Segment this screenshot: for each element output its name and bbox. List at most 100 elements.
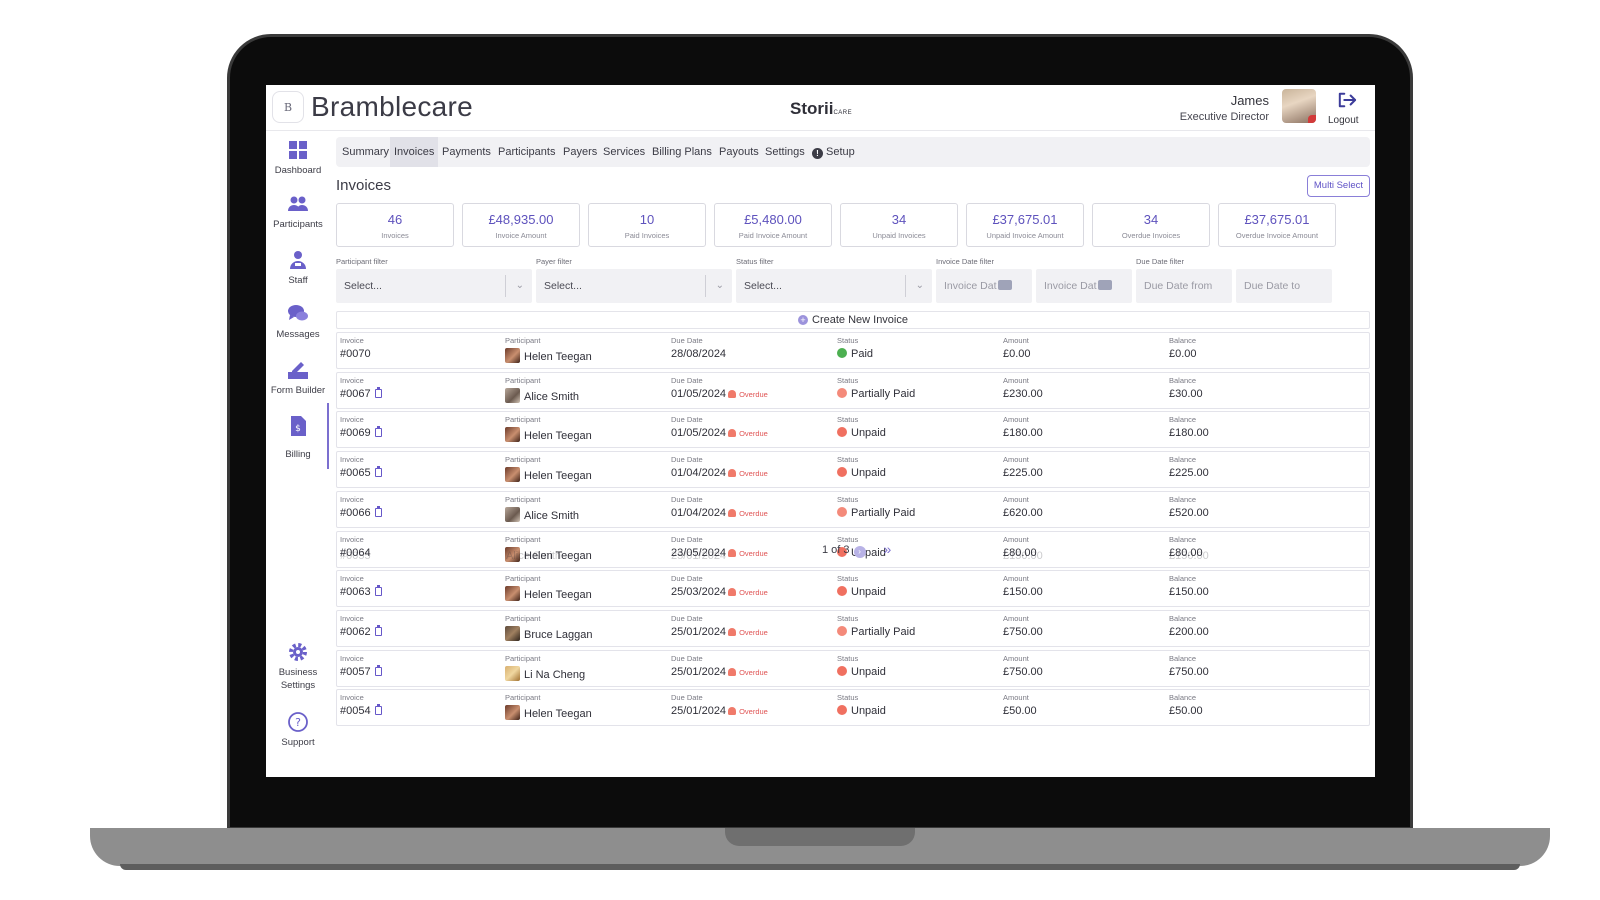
due-date: 01/05/2024 Overdue bbox=[671, 388, 768, 400]
invoice-id[interactable]: #0065 bbox=[340, 466, 382, 479]
amount-value: £150.00 bbox=[1003, 586, 1043, 599]
tab-participants[interactable]: Participants bbox=[494, 137, 559, 167]
laptop-notch bbox=[725, 828, 915, 846]
app-header: B Bramblecare StoriiCARE James Executive… bbox=[266, 85, 1375, 131]
participant-name[interactable]: Alice Smith bbox=[505, 506, 579, 522]
brand-logo-icon[interactable]: B bbox=[272, 91, 304, 123]
invoice-cell: Invoice #0066 bbox=[340, 495, 382, 519]
invoice-id[interactable]: #0070 bbox=[340, 348, 371, 360]
clipboard-icon bbox=[374, 664, 382, 676]
invoice-date-from-input[interactable]: Invoice Dat bbox=[936, 269, 1032, 303]
create-invoice-button[interactable]: + Create New Invoice bbox=[336, 311, 1370, 329]
table-row[interactable]: Invoice #0067 Participant Alice Smith Due Da… bbox=[336, 371, 1370, 409]
status-filter-select[interactable]: Select... ⌄ bbox=[736, 269, 932, 303]
invoice-id[interactable]: #0057 bbox=[340, 664, 382, 678]
sidebar-item-form-builder[interactable]: Form Builder bbox=[266, 359, 330, 398]
faded-due-date: 25/01/2024 bbox=[671, 550, 727, 562]
overdue-icon bbox=[728, 588, 737, 597]
table-row[interactable]: Invoice #0054 Participant Helen Teegan Due D… bbox=[336, 689, 1370, 727]
clipboard-icon bbox=[374, 426, 382, 438]
table-row[interactable]: Invoice #0069 Participant Helen Teegan Due D… bbox=[336, 411, 1370, 449]
participant-filter-value: Select... bbox=[344, 280, 382, 292]
table-row[interactable]: Invoice #0066 Participant Alice Smith Due Da… bbox=[336, 490, 1370, 528]
column-label: Amount bbox=[1003, 336, 1029, 345]
amount-cell: Amount £180.00 bbox=[1003, 415, 1043, 439]
column-label: Amount bbox=[1003, 494, 1029, 504]
status-text: Paid bbox=[851, 348, 874, 360]
column-label: Due Date bbox=[671, 415, 703, 425]
column-label: Balance bbox=[1169, 375, 1197, 385]
product-name: Storii bbox=[790, 99, 834, 118]
participant-name[interactable]: Helen Teegan bbox=[505, 467, 592, 483]
status-text: Unpaid bbox=[851, 427, 886, 440]
sidebar-item-support[interactable]: ? Support bbox=[266, 711, 330, 750]
due-date-text: 01/04/2024 bbox=[671, 506, 727, 519]
due-date-from-input[interactable]: Due Date from bbox=[1136, 269, 1232, 303]
participant-name[interactable]: Alice Smith bbox=[505, 387, 579, 403]
sidebar-item-messages[interactable]: Messages bbox=[266, 303, 330, 342]
multi-select-button[interactable]: Multi Select bbox=[1306, 175, 1370, 197]
table-row[interactable]: Invoice #0065 Participant Helen Teegan Due D… bbox=[336, 451, 1370, 489]
stat-label: Unpaid Invoice Amount bbox=[986, 231, 1064, 240]
status-badge: Unpaid bbox=[837, 427, 886, 439]
next-page-icon[interactable]: › bbox=[853, 546, 866, 558]
table-row[interactable]: Invoice #0070 Participant Helen Teegan Due D… bbox=[336, 332, 1370, 369]
tab-payouts[interactable]: Payouts bbox=[715, 137, 763, 167]
last-page-icon[interactable]: » bbox=[884, 541, 892, 557]
participant-name[interactable]: Helen Teegan bbox=[505, 586, 592, 602]
sidebar-item-dashboard[interactable]: Dashboard bbox=[266, 139, 330, 178]
sidebar-item-billing[interactable]: $ Billing bbox=[266, 415, 330, 462]
invoice-id[interactable]: #0062 bbox=[340, 624, 382, 638]
invoice-id[interactable]: #0054 bbox=[340, 704, 382, 717]
amount-cell: Amount £225.00 bbox=[1003, 455, 1043, 479]
column-label: Amount bbox=[1003, 653, 1029, 663]
tab-payments[interactable]: Payments bbox=[438, 137, 495, 167]
invoice-date-to-input[interactable]: Invoice Dat bbox=[1036, 269, 1132, 303]
column-label: Balance bbox=[1169, 574, 1197, 584]
tab-summary[interactable]: Summary bbox=[338, 137, 393, 167]
sidebar-item-business-settings[interactable]: Business Settings bbox=[266, 641, 330, 693]
logout-label[interactable]: Logout bbox=[1328, 115, 1359, 126]
stat-card: 10 Paid Invoices bbox=[588, 203, 706, 247]
tab-setup[interactable]: ! Setup bbox=[808, 137, 859, 167]
participant-cell: Participant Alice Smith bbox=[505, 495, 579, 522]
participant-name[interactable]: Bruce Laggan bbox=[505, 625, 593, 641]
invoice-id[interactable]: #0066 bbox=[340, 505, 382, 519]
column-label: Invoice bbox=[340, 494, 364, 504]
stat-card: £5,480.00 Paid Invoice Amount bbox=[714, 203, 832, 247]
status-badge: Paid bbox=[837, 348, 873, 360]
participant-name[interactable]: Helen Teegan bbox=[505, 427, 592, 443]
column-label: Due Date bbox=[671, 494, 703, 504]
participant-name[interactable]: Li Na Cheng bbox=[505, 665, 585, 681]
due-date-cell: Due Date 01/04/2024 Overdue bbox=[671, 455, 768, 479]
sidebar-item-participants[interactable]: Participants bbox=[266, 193, 330, 232]
stats-row: 46 Invoices £48,935.00 Invoice Amount 10 Pa… bbox=[336, 203, 1370, 249]
balance-value: £520.00 bbox=[1169, 506, 1209, 519]
clipboard-icon bbox=[374, 386, 382, 398]
participant-filter-select[interactable]: Select... ⌄ bbox=[336, 269, 532, 303]
invoice-id[interactable]: #0069 bbox=[340, 426, 382, 439]
stat-value: £48,935.00 bbox=[488, 212, 554, 227]
sidebar-item-label: Participants bbox=[273, 219, 323, 230]
tab-billing-plans[interactable]: Billing Plans bbox=[648, 137, 716, 167]
status-cell: Status Unpaid bbox=[837, 654, 886, 678]
pagination: 1 of 3 › » bbox=[822, 541, 891, 558]
tab-invoices[interactable]: Invoices bbox=[390, 137, 439, 167]
tab-services[interactable]: Services bbox=[599, 137, 649, 167]
invoice-id[interactable]: #0063 bbox=[340, 585, 382, 598]
tab-settings[interactable]: Settings bbox=[761, 137, 809, 167]
payer-filter-select[interactable]: Select... ⌄ bbox=[536, 269, 732, 303]
logout-icon[interactable] bbox=[1336, 91, 1358, 109]
table-row[interactable]: Invoice #0062 Participant Bruce Laggan Due D… bbox=[336, 609, 1370, 647]
avatar[interactable] bbox=[1282, 89, 1316, 123]
due-date-to-input[interactable]: Due Date to bbox=[1236, 269, 1332, 303]
sidebar-item-staff[interactable]: Staff bbox=[266, 249, 330, 288]
column-label: Balance bbox=[1169, 455, 1197, 465]
participant-name[interactable]: Helen Teegan bbox=[505, 705, 592, 721]
participant-name[interactable]: Helen Teegan bbox=[505, 348, 592, 363]
invoice-id[interactable]: #0067 bbox=[340, 386, 382, 400]
tab-payers[interactable]: Payers bbox=[559, 137, 601, 167]
table-row[interactable]: Invoice #0063 Participant Helen Teegan Due D… bbox=[336, 570, 1370, 608]
table-row[interactable]: Invoice #0057 Participant Li Na Cheng Due Da… bbox=[336, 649, 1370, 687]
invoice-cell: Invoice #0070 bbox=[340, 336, 371, 360]
